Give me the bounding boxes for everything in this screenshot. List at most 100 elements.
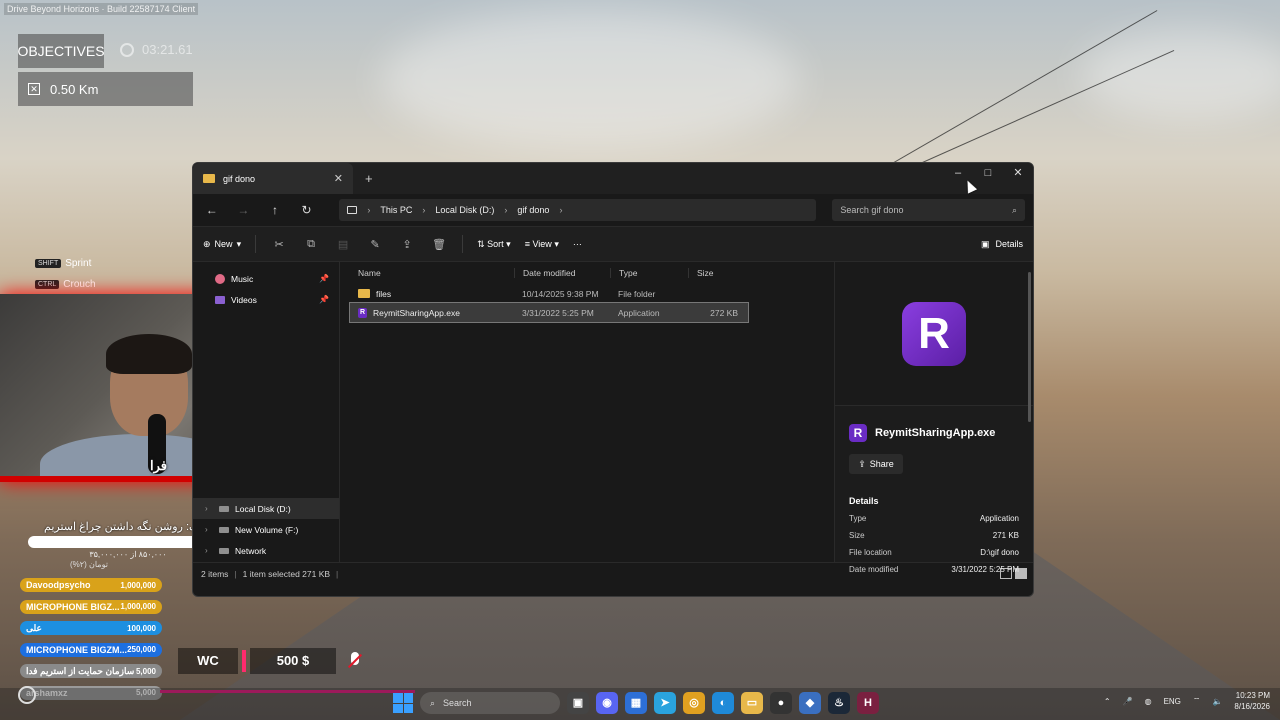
network-icon xyxy=(219,547,229,554)
tab-gif-dono[interactable]: gif dono ✕ xyxy=(193,163,353,194)
microphone-icon[interactable]: 🎤 xyxy=(1123,697,1133,706)
more-options-button[interactable]: ··· xyxy=(573,239,582,249)
hint-label: Sprint xyxy=(65,258,92,269)
donor-amount: 1,000,000 xyxy=(120,580,156,590)
pin-icon: 📌 xyxy=(319,295,329,304)
column-name[interactable]: Name xyxy=(350,268,514,278)
sidebar-item-network[interactable]: › Network xyxy=(193,540,339,561)
taskbar-search[interactable]: ⌕ Search xyxy=(420,692,560,714)
start-button[interactable] xyxy=(393,693,413,713)
detail-type: Type Application xyxy=(849,514,1019,523)
breadcrumb[interactable]: › This PC › Local Disk (D:) › gif dono › xyxy=(339,199,817,221)
taskbar: ⌕ Search ▣ ◉ ▦ ➤ ◎ ◐ ▭ ● ◆ ♨ H ⌃ 🎤 ◍ ENG … xyxy=(0,688,1280,720)
edge-icon[interactable]: ◐ xyxy=(712,692,734,714)
system-tray: ⌃ 🎤 ◍ ENG ⌔ 🔈 10:23 PM 8/16/2026 xyxy=(1104,690,1270,712)
volume-icon[interactable]: 🔈 xyxy=(1212,697,1222,706)
back-button[interactable]: ← xyxy=(201,203,223,217)
breadcrumb-this-pc[interactable]: This PC xyxy=(380,205,412,215)
clock-time: 10:23 PM xyxy=(1235,691,1270,700)
hoyoplay-icon[interactable]: H xyxy=(857,692,879,714)
new-tab-button[interactable]: + xyxy=(365,171,373,186)
clock-date: 8/16/2026 xyxy=(1234,702,1270,711)
breadcrumb-local-disk[interactable]: Local Disk (D:) xyxy=(435,205,494,215)
share-button[interactable]: ⇪ Share xyxy=(849,454,903,474)
donor-name: MICROPHONE BIGZM... xyxy=(26,644,127,655)
up-button[interactable]: ↑ xyxy=(264,203,286,217)
details-file-label: ReymitSharingApp.exe xyxy=(875,427,996,439)
file-date: 10/14/2025 9:38 PM xyxy=(522,288,599,299)
taskbar-clock[interactable]: 10:23 PM 8/16/2026 xyxy=(1234,690,1270,712)
view-button[interactable]: ≡ View ▾ xyxy=(525,239,559,250)
copy-icon[interactable]: ⧉ xyxy=(302,238,320,251)
objectives-label: OBJECTIVES xyxy=(17,34,105,68)
chevron-right-icon[interactable]: › xyxy=(205,546,213,555)
hud-money: 500 $ xyxy=(250,648,336,674)
hud-meter xyxy=(242,650,246,672)
chrome-icon[interactable]: ◎ xyxy=(683,692,705,714)
hud-wc: WC xyxy=(178,648,238,674)
video-icon xyxy=(215,295,225,304)
sidebar-item-label: New Volume (F:) xyxy=(235,524,299,535)
file-explorer-window: gif dono ✕ + – □ ✕ ← → ↑ ↻ › This PC › L… xyxy=(192,162,1034,597)
tab-close-icon[interactable]: ✕ xyxy=(334,172,343,185)
file-name: ReymitSharingApp.exe xyxy=(373,307,460,318)
app-icon[interactable]: ◆ xyxy=(799,692,821,714)
donor-entry: MICROPHONE BIGZ... 1,000,000 xyxy=(20,599,162,614)
column-headers: Name Date modified Type Size xyxy=(350,262,834,284)
details-pane: R R ReymitSharingApp.exe ⇪ Share Details T… xyxy=(834,262,1033,574)
folder-icon xyxy=(203,174,215,183)
delete-icon[interactable]: 🗑 xyxy=(430,238,448,251)
search-input[interactable]: Search gif dono ⌕ xyxy=(832,199,1026,221)
file-row-reymitsharingapp[interactable]: R ReymitSharingApp.exe 3/31/2022 5:25 PM … xyxy=(349,302,749,323)
sidebar-item-music[interactable]: Music 📌 xyxy=(193,268,339,289)
sidebar-item-new-volume-f[interactable]: › New Volume (F:) xyxy=(193,519,339,540)
network-icon[interactable]: ◍ xyxy=(1145,697,1152,706)
column-size[interactable]: Size xyxy=(688,268,742,278)
steam-icon[interactable]: ♨ xyxy=(828,692,850,714)
sidebar-item-label: Network xyxy=(235,545,267,556)
sidebar-item-local-disk-d[interactable]: › Local Disk (D:) xyxy=(193,498,339,519)
hint-crouch: CTRL Crouch xyxy=(35,279,96,290)
breadcrumb-gif-dono[interactable]: gif dono xyxy=(517,205,549,215)
search-placeholder: Search gif dono xyxy=(840,205,904,215)
chevron-right-icon[interactable]: › xyxy=(205,504,213,513)
chevron-up-icon[interactable]: ⌃ xyxy=(1104,697,1111,706)
sort-button[interactable]: ⇅ Sort ▾ xyxy=(477,239,511,250)
key-badge: CTRL xyxy=(35,280,60,289)
discord-icon[interactable]: ◉ xyxy=(596,692,618,714)
telegram-icon[interactable]: ➤ xyxy=(654,692,676,714)
close-button[interactable]: ✕ xyxy=(1003,163,1033,183)
language-indicator[interactable]: ENG xyxy=(1164,697,1181,706)
obs-icon[interactable]: ● xyxy=(770,692,792,714)
refresh-button[interactable]: ↻ xyxy=(296,203,318,217)
paste-icon[interactable]: ▤ xyxy=(334,238,352,251)
cut-icon[interactable]: ✂ xyxy=(270,238,288,251)
details-scrollbar[interactable] xyxy=(1028,272,1031,422)
details-button[interactable]: ▣ Details xyxy=(981,239,1023,250)
column-date-modified[interactable]: Date modified xyxy=(514,268,610,278)
file-type: File folder xyxy=(618,288,656,299)
new-button[interactable]: ⊕ New ▾ xyxy=(203,239,241,250)
mic-muted-icon xyxy=(342,648,368,674)
file-name: files xyxy=(376,288,392,299)
stream-logo-icon xyxy=(18,686,36,704)
share-icon[interactable]: ⇪ xyxy=(398,238,416,251)
chevron-right-icon[interactable]: › xyxy=(205,525,213,534)
store-icon[interactable]: ▦ xyxy=(625,692,647,714)
maximize-button[interactable]: □ xyxy=(973,163,1003,183)
reymit-app-icon: R xyxy=(902,301,966,366)
file-explorer-icon[interactable]: ▭ xyxy=(741,692,763,714)
file-date: 3/31/2022 5:25 PM xyxy=(522,307,594,318)
view-label: View xyxy=(532,238,552,249)
rename-icon[interactable]: ✎ xyxy=(366,238,384,251)
forward-button[interactable]: → xyxy=(233,203,255,217)
file-row-files[interactable]: files 10/14/2025 9:38 PM File folder xyxy=(350,284,748,303)
wifi-icon[interactable]: ⌔ xyxy=(1193,696,1201,706)
column-type[interactable]: Type xyxy=(610,268,688,278)
sort-label: Sort xyxy=(487,238,504,249)
donor-amount: 250,000 xyxy=(127,645,156,654)
task-view-icon[interactable]: ▣ xyxy=(567,692,589,714)
sidebar-item-videos[interactable]: Videos 📌 xyxy=(193,289,339,310)
file-size: 272 KB xyxy=(710,307,738,318)
detail-location: File location D:\gif dono xyxy=(849,548,1019,557)
